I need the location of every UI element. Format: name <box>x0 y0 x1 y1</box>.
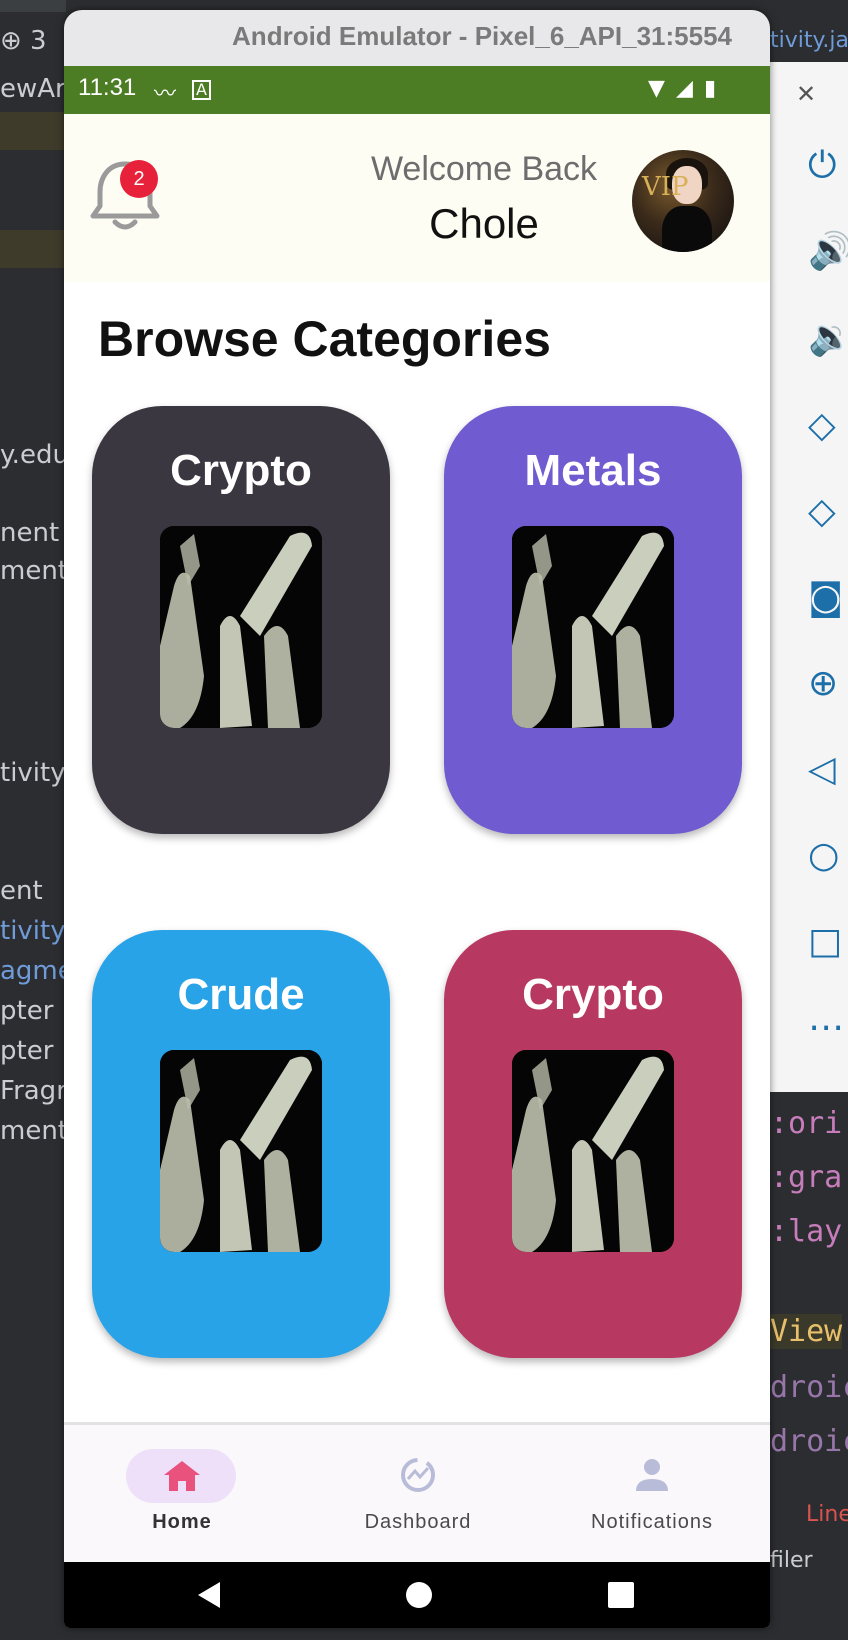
ide-file-entry[interactable]: y.edu. <box>0 440 66 470</box>
ide-file-entry[interactable]: Fragm <box>0 1076 66 1106</box>
category-card-crypto[interactable]: Crypto <box>444 930 742 1358</box>
more-icon[interactable]: ⋯ <box>808 1006 848 1050</box>
close-icon[interactable]: ✕ <box>796 80 816 108</box>
ide-file-entry[interactable]: ewAr <box>0 74 66 104</box>
back-icon[interactable] <box>194 1580 224 1610</box>
system-nav-bar <box>64 1562 770 1628</box>
nav-item-dashboard[interactable]: Dashboard <box>300 1425 536 1565</box>
bottom-nav: Home Dashboard Notifications <box>64 1422 770 1562</box>
ide-file-entry[interactable]: tivity <box>0 758 66 788</box>
category-image <box>512 1050 674 1252</box>
home-icon <box>164 1461 200 1491</box>
category-card-crude[interactable]: Crude <box>92 930 390 1358</box>
overview-icon[interactable]: □ <box>808 920 848 964</box>
home-icon[interactable] <box>404 1580 434 1610</box>
avatar-logo: VIP <box>642 172 689 202</box>
ide-file-entry[interactable]: nent <box>0 518 59 548</box>
window-title: Android Emulator - Pixel_6_API_31:5554 <box>232 21 732 51</box>
ide-highlight-row <box>0 230 66 268</box>
category-card-metals[interactable]: Metals <box>444 406 742 834</box>
avatar[interactable]: VIP <box>632 150 734 252</box>
nav-item-notifications[interactable]: Notifications <box>534 1425 770 1565</box>
code-line: :ori <box>770 1106 843 1141</box>
home-circle-icon[interactable]: ○ <box>808 834 848 878</box>
ide-right-panel: tivity.java ✕ ⏻ 🔊 🔉 ◇ ◇ ◙ ⊕ ◁ ○ □ ⋯ :ori… <box>770 0 848 1640</box>
power-icon[interactable]: ⏻ <box>808 144 848 188</box>
section-title: Browse Categories <box>98 311 551 367</box>
code-line: View <box>770 1314 843 1349</box>
volume-up-icon[interactable]: 🔊 <box>808 230 848 274</box>
ide-file-entry[interactable]: pter <box>0 996 53 1026</box>
category-card-crypto[interactable]: Crypto <box>92 406 390 834</box>
dashboard-icon <box>401 1458 435 1492</box>
battery-icon: ▮ <box>704 76 717 101</box>
code-line: droic <box>770 1424 848 1459</box>
activity-icon: 〰 <box>154 82 177 107</box>
nav-label: Dashboard <box>364 1511 472 1533</box>
code-line: :lay <box>770 1214 843 1249</box>
category-label: Metals <box>524 446 662 495</box>
category-label: Crude <box>177 970 305 1019</box>
camera-icon[interactable]: ◙ <box>808 576 848 620</box>
nav-item-home[interactable]: Home <box>64 1425 300 1565</box>
emulator-window: Android Emulator - Pixel_6_API_31:5554 1… <box>64 10 770 1628</box>
ide-editor-tab[interactable]: tivity.java <box>770 28 848 53</box>
category-image <box>160 1050 322 1252</box>
code-line: Line <box>806 1502 848 1527</box>
back-icon[interactable]: ◁ <box>808 748 848 792</box>
volume-down-icon[interactable]: 🔉 <box>808 316 848 360</box>
category-image <box>160 526 322 728</box>
ide-tool-tab[interactable]: filer <box>770 1548 813 1573</box>
rotate-left-icon[interactable]: ◇ <box>808 404 848 448</box>
ide-file-entry[interactable]: ent <box>0 876 43 906</box>
ide-toolbar-icon[interactable]: ⊕ 3 <box>0 26 47 56</box>
ide-file-entry[interactable]: pter <box>0 1036 53 1066</box>
zoom-icon[interactable]: ⊕ <box>808 662 848 706</box>
nav-label: Notifications <box>591 1511 713 1533</box>
notification-badge: 2 <box>120 160 158 198</box>
nav-label: Home <box>152 1511 212 1533</box>
app-header: 2 Welcome Back Chole VIP <box>64 114 770 282</box>
category-label: Crypto <box>170 446 312 495</box>
emulator-toolbar: ✕ ⏻ 🔊 🔉 ◇ ◇ ◙ ⊕ ◁ ○ □ ⋯ <box>770 62 848 1092</box>
ide-tab-strip <box>0 0 66 12</box>
code-line: droic <box>770 1370 848 1405</box>
recents-icon[interactable] <box>606 1580 636 1610</box>
welcome-text: Welcome Back <box>370 150 598 188</box>
code-line: :gra <box>770 1160 843 1195</box>
app-screen: 2 Welcome Back Chole VIP Browse Categori… <box>64 114 770 1562</box>
wifi-icon: ▼ <box>648 76 665 101</box>
ide-project-panel: ⊕ 3 ewAr y.edu. nent ment tivity ent tiv… <box>0 0 66 1640</box>
ide-file-entry[interactable]: ment <box>0 556 66 586</box>
signal-icon: ◢ <box>676 76 693 101</box>
person-icon <box>636 1459 668 1491</box>
category-image <box>512 526 674 728</box>
ide-highlight-row <box>0 112 66 150</box>
username: Chole <box>429 200 539 247</box>
status-bar: 11:31 〰 A ▼ ◢ ▮ <box>64 66 770 114</box>
category-label: Crypto <box>522 970 664 1019</box>
ide-file-entry[interactable]: ment <box>0 1116 66 1146</box>
ide-file-entry[interactable]: tivity <box>0 916 66 946</box>
rotate-right-icon[interactable]: ◇ <box>808 490 848 534</box>
font-icon: A <box>192 80 211 100</box>
status-time: 11:31 <box>78 74 137 101</box>
ide-file-entry[interactable]: agme <box>0 956 66 986</box>
